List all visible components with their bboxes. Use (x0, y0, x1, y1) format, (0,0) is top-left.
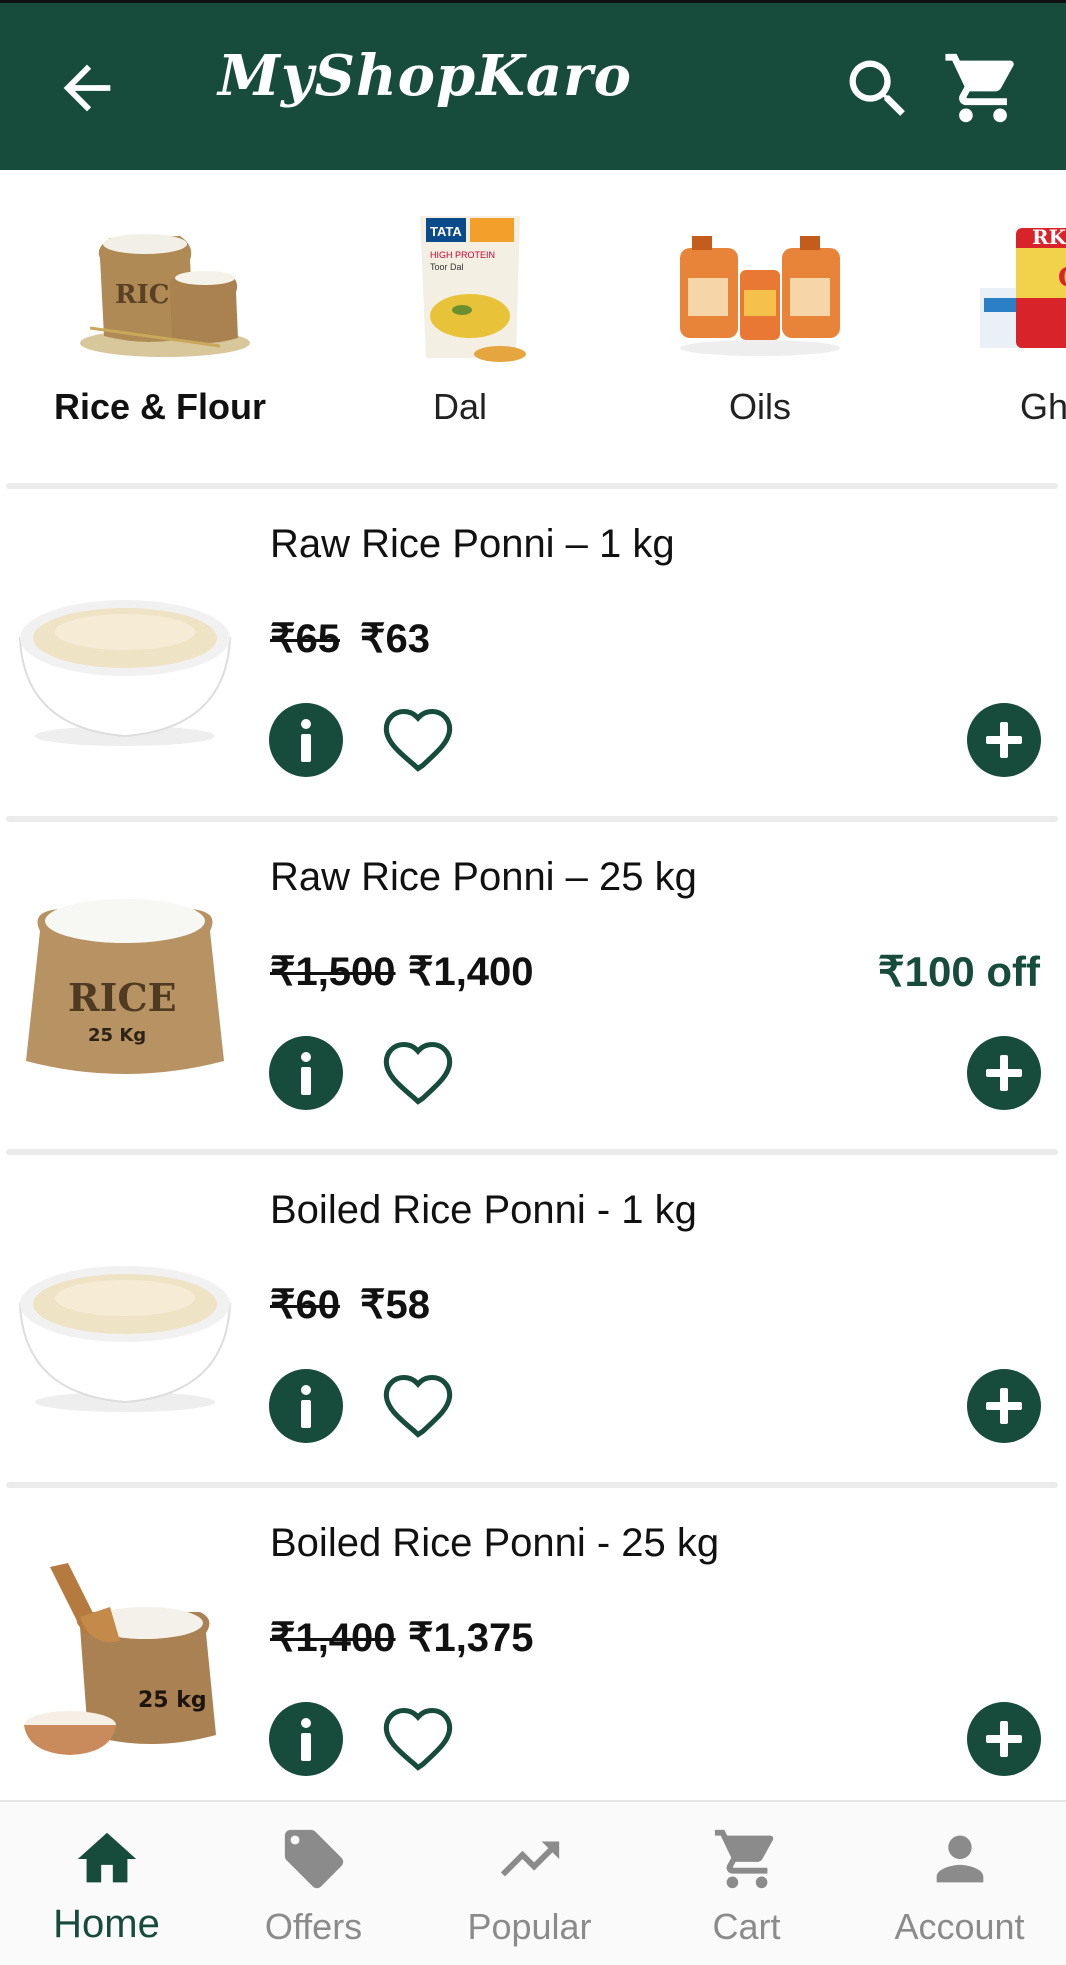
sack-label: RICE (68, 975, 177, 1020)
product-old-price: ₹1,400 (270, 1616, 396, 1660)
product-price: ₹1,400 (408, 950, 534, 994)
rice-bowl-image (18, 1266, 232, 1412)
cart-icon (714, 1829, 773, 1889)
product-name: Boiled Rice Ponni - 25 kg (270, 1521, 720, 1565)
app-bar: MyShopKaro (0, 0, 1066, 170)
info-icon[interactable] (268, 1035, 344, 1111)
nav-home[interactable]: Home (0, 1802, 213, 1965)
tag-icon (284, 1829, 343, 1889)
product-row[interactable]: Boiled Rice Ponni - 1 kg ₹60 ₹58 (0, 1154, 1066, 1484)
category-dal[interactable]: TATA HIGH PROTEIN Toor Dal Dal (310, 200, 610, 430)
ghee-tin-image: RKG GH (980, 225, 1066, 348)
oil-cans-image (680, 236, 840, 356)
category-label: Gh (1020, 386, 1066, 427)
svg-text:Toor Dal: Toor Dal (430, 262, 464, 272)
product-name: Raw Rice Ponni – 25 kg (270, 855, 697, 899)
product-discount: ₹100 off (877, 948, 1040, 995)
svg-text:HIGH PROTEIN: HIGH PROTEIN (430, 250, 495, 260)
nav-popular[interactable]: Popular (423, 1802, 636, 1965)
add-to-cart-icon[interactable] (966, 1035, 1042, 1111)
add-to-cart-icon[interactable] (966, 702, 1042, 778)
info-icon[interactable] (268, 702, 344, 778)
sack-weight: 25 Kg (88, 1025, 146, 1046)
arrow-left-icon[interactable] (52, 53, 122, 123)
svg-text:TATA: TATA (430, 224, 462, 239)
info-icon[interactable] (268, 1701, 344, 1777)
add-to-cart-icon[interactable] (966, 1368, 1042, 1444)
info-icon[interactable] (268, 1368, 344, 1444)
category-label: Dal (432, 386, 488, 427)
nav-label: Popular (467, 1906, 592, 1947)
category-ghee[interactable]: RKG GH Gh (910, 200, 1066, 430)
category-oils[interactable]: Oils (610, 200, 910, 430)
dal-packet-image: TATA HIGH PROTEIN Toor Dal (420, 216, 526, 362)
product-name: Boiled Rice Ponni - 1 kg (270, 1188, 697, 1232)
heart-icon[interactable] (378, 702, 458, 778)
product-price: ₹58 (360, 1283, 430, 1327)
nav-account[interactable]: Account (853, 1802, 1066, 1965)
rice-sack-25kg-image: RICE 25 Kg (26, 899, 224, 1074)
product-row[interactable]: RICE 25 Kg Raw Rice Ponni – 25 kg ₹1,500… (0, 821, 1066, 1151)
account-icon (936, 1835, 983, 1883)
trending-icon (500, 1841, 559, 1877)
svg-text:RKG: RKG (1032, 225, 1066, 249)
product-row[interactable]: 25 kg Boiled Rice Ponni - 25 kg ₹1,400 ₹… (0, 1487, 1066, 1817)
nav-label: Offers (264, 1906, 363, 1947)
nav-label: Home (53, 1902, 160, 1946)
svg-text:GH: GH (1058, 263, 1066, 293)
product-price: ₹1,375 (408, 1616, 534, 1660)
search-icon[interactable] (840, 51, 916, 127)
add-to-cart-icon[interactable] (966, 1701, 1042, 1777)
rice-sack-image: RICI (80, 234, 250, 357)
heart-icon[interactable] (378, 1701, 458, 1777)
product-row[interactable]: Raw Rice Ponni – 1 kg ₹65 ₹63 (0, 488, 1066, 818)
nav-label: Cart (712, 1906, 781, 1947)
nav-cart[interactable]: Cart (640, 1802, 853, 1965)
nav-offers[interactable]: Offers (207, 1802, 420, 1965)
app-title: MyShopKaro (218, 43, 633, 109)
nav-label: Account (894, 1906, 1025, 1947)
product-old-price: ₹65 (270, 617, 340, 661)
heart-icon[interactable] (378, 1035, 458, 1111)
bottom-navigation: Home Offers Popular Cart Account (0, 1800, 1066, 1965)
product-old-price: ₹1,500 (270, 950, 396, 994)
home-icon (77, 1832, 136, 1883)
sack-weight: 25 kg (138, 1688, 207, 1713)
category-rice-flour[interactable]: RICI Rice & Flour (10, 200, 310, 430)
category-strip: RICI Rice & Flour TATA HIGH PROTEIN Toor… (0, 200, 1066, 430)
product-price: ₹63 (360, 617, 430, 661)
rice-bag-scoop-image: 25 kg (24, 1563, 217, 1755)
cart-icon[interactable] (942, 47, 1024, 129)
category-label: Rice & Flour (53, 386, 267, 427)
product-name: Raw Rice Ponni – 1 kg (270, 522, 675, 566)
rice-bowl-image (18, 600, 232, 746)
category-label: Oils (729, 386, 791, 427)
heart-icon[interactable] (378, 1368, 458, 1444)
product-old-price: ₹60 (270, 1283, 340, 1327)
